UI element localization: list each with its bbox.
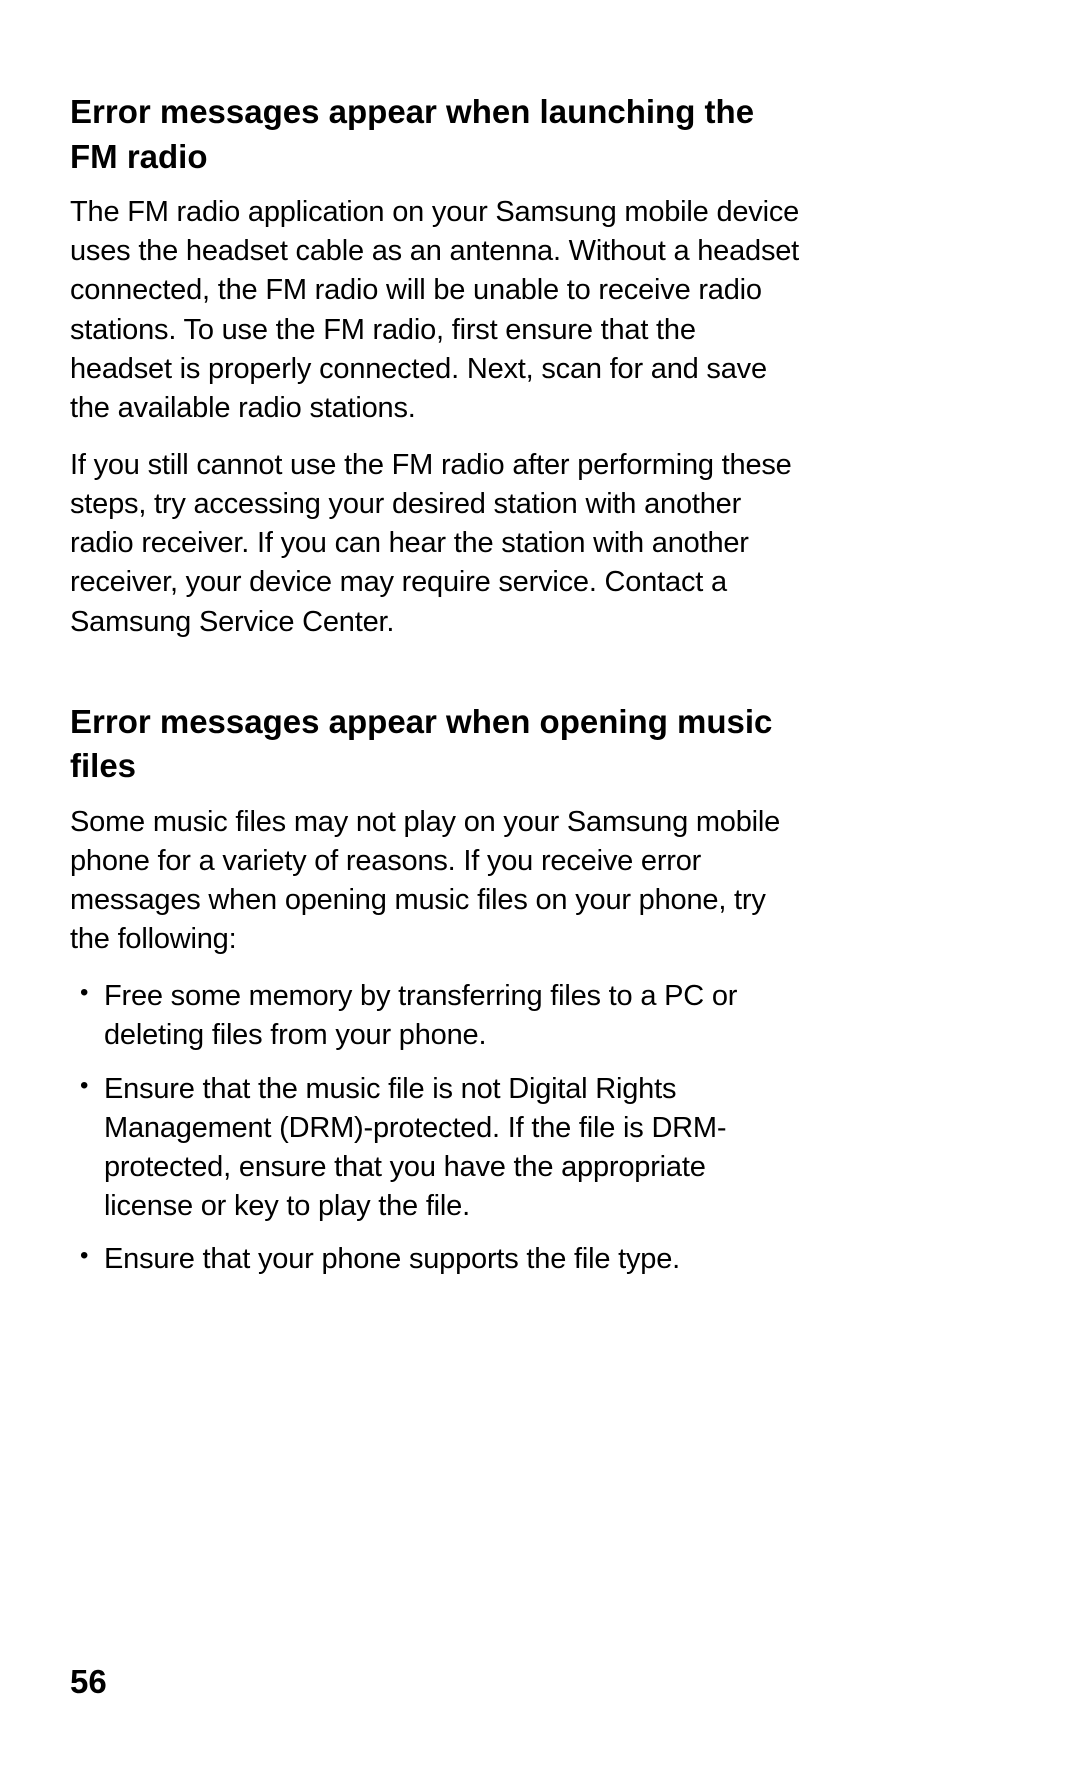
list-item: Ensure that your phone supports the file…	[70, 1240, 800, 1279]
heading-music-files: Error messages appear when opening music…	[70, 700, 800, 789]
bullet-list: Free some memory by transferring files t…	[70, 977, 800, 1279]
paragraph-text: The FM radio application on your Samsung…	[70, 193, 800, 428]
section-fm-radio: Error messages appear when launching the…	[70, 90, 800, 642]
paragraph-text: Some music files may not play on your Sa…	[70, 803, 800, 960]
paragraph-text: If you still cannot use the FM radio aft…	[70, 446, 800, 642]
page-number: 56	[70, 1663, 107, 1701]
section-music-files: Error messages appear when opening music…	[70, 700, 800, 1280]
list-item: Free some memory by transferring files t…	[70, 977, 800, 1055]
content-area: Error messages appear when launching the…	[70, 90, 800, 1279]
heading-fm-radio: Error messages appear when launching the…	[70, 90, 800, 179]
list-item: Ensure that the music file is not Digita…	[70, 1070, 800, 1227]
